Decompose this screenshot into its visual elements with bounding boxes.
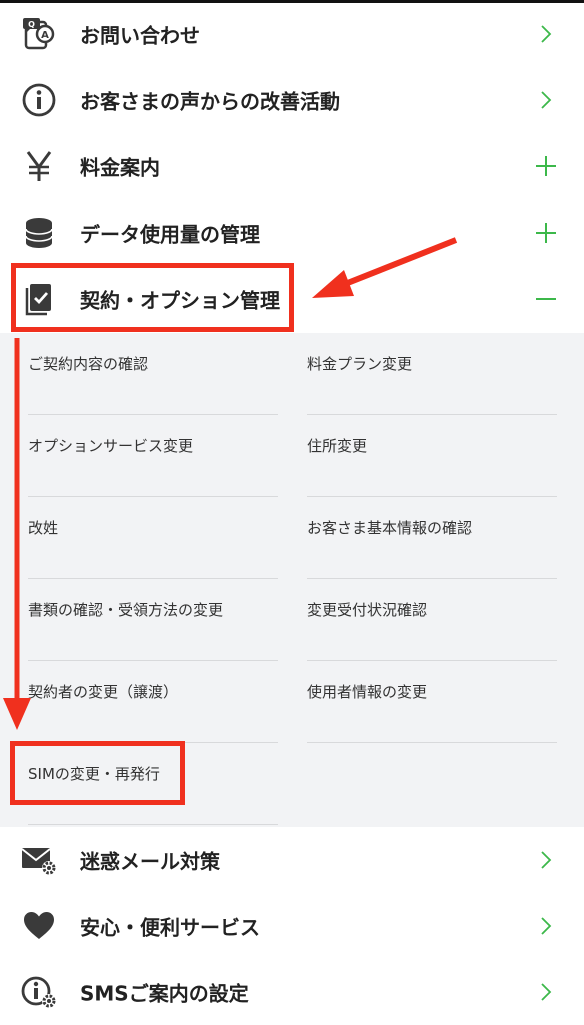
arrow-to-contract [333,237,458,291]
annotation-arrows [3,237,458,730]
arrow-head-down [3,698,31,730]
arrow-head-contract [312,270,354,298]
